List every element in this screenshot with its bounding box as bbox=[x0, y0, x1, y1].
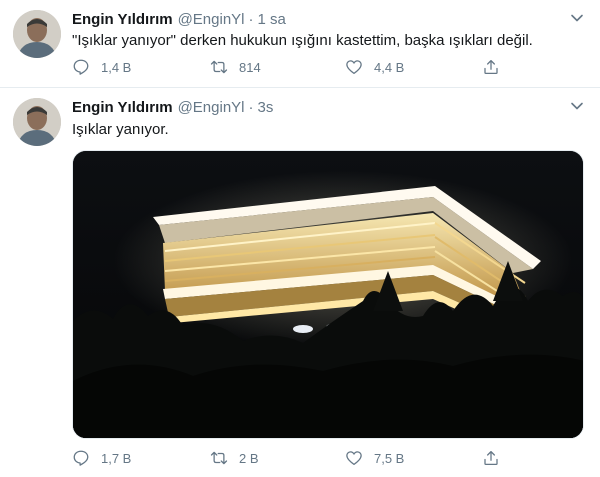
retweet-icon bbox=[210, 451, 228, 465]
separator: · bbox=[248, 98, 254, 116]
separator: · bbox=[248, 10, 254, 28]
like-button[interactable]: 4,4 B bbox=[345, 58, 404, 76]
tweet-actions: 1,4 B 814 4,4 B bbox=[72, 58, 512, 78]
reply-icon bbox=[73, 450, 89, 466]
chevron-down-icon[interactable] bbox=[570, 11, 584, 25]
heart-icon bbox=[346, 60, 362, 75]
retweet-count: 2 B bbox=[239, 450, 259, 466]
reply-button[interactable]: 1,7 B bbox=[72, 449, 131, 467]
retweet-button[interactable]: 2 B bbox=[210, 449, 259, 467]
tweet-text: Işıklar yanıyor. bbox=[72, 121, 169, 138]
share-icon bbox=[484, 59, 498, 75]
chevron-down-icon[interactable] bbox=[570, 99, 584, 113]
reply-button[interactable]: 1,4 B bbox=[72, 58, 131, 76]
display-name[interactable]: Engin Yıldırım bbox=[72, 11, 173, 28]
tweet-header: Engin Yıldırım @EnginYl · 3s bbox=[72, 97, 273, 117]
retweet-icon bbox=[210, 60, 228, 74]
avatar[interactable] bbox=[13, 98, 61, 146]
like-count: 4,4 B bbox=[374, 59, 405, 75]
like-button[interactable]: 7,5 B bbox=[345, 449, 404, 467]
reply-count: 1,4 B bbox=[101, 59, 132, 75]
display-name[interactable]: Engin Yıldırım bbox=[72, 99, 173, 116]
share-button[interactable] bbox=[482, 58, 511, 76]
tweet-header: Engin Yıldırım @EnginYl · 1 sa bbox=[72, 9, 286, 29]
tweet-photo[interactable] bbox=[72, 150, 584, 439]
like-count: 7,5 B bbox=[374, 450, 405, 466]
retweet-button[interactable]: 814 bbox=[210, 58, 261, 76]
tweet[interactable]: Engin Yıldırım @EnginYl · 1 sa "Işıklar … bbox=[0, 0, 600, 88]
timestamp[interactable]: 3s bbox=[258, 99, 274, 116]
share-icon bbox=[484, 450, 498, 466]
share-button[interactable] bbox=[482, 449, 511, 467]
reply-count: 1,7 B bbox=[101, 450, 132, 466]
username[interactable]: @EnginYl bbox=[178, 99, 245, 116]
tweet-actions: 1,7 B 2 B 7,5 B bbox=[72, 449, 512, 469]
heart-icon bbox=[346, 451, 362, 466]
avatar[interactable] bbox=[13, 10, 61, 58]
tweet-text: "Işıklar yanıyor" derken hukukun ışığını… bbox=[72, 32, 533, 49]
tweet[interactable]: Engin Yıldırım @EnginYl · 3s Işıklar yan… bbox=[0, 88, 600, 477]
timestamp[interactable]: 1 sa bbox=[258, 11, 286, 28]
username[interactable]: @EnginYl bbox=[178, 11, 245, 28]
night-building-photo bbox=[73, 151, 583, 438]
retweet-count: 814 bbox=[239, 59, 261, 75]
reply-icon bbox=[73, 59, 89, 75]
